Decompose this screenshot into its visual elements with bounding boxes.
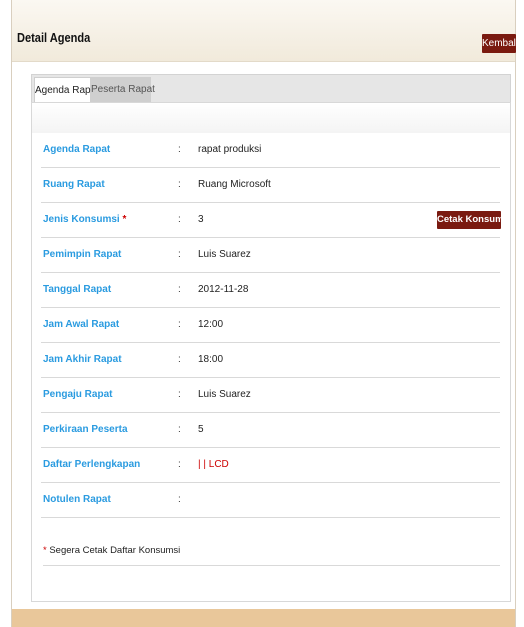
field-label: Agenda Rapat — [43, 144, 111, 155]
field-label: Jam Akhir Rapat — [43, 354, 122, 365]
field-separator: : — [178, 424, 181, 435]
bottom-bar — [12, 609, 515, 627]
field-row-pengaju-rapat: Pengaju Rapat : Luis Suarez — [41, 378, 500, 413]
footnote-text: Segera Cetak Daftar Konsumsi — [49, 545, 181, 556]
tab-agenda-rapat[interactable]: Agenda Rapat — [34, 77, 99, 104]
field-separator: : — [178, 249, 181, 260]
field-value: | | LCD — [198, 459, 229, 470]
field-value: Ruang Microsoft — [198, 179, 271, 190]
tab-peserta-rapat[interactable]: Peserta Rapat — [91, 77, 155, 103]
field-row-perkiraan-peserta: Perkiraan Peserta : 5 — [41, 413, 500, 448]
required-mark: * — [122, 214, 127, 225]
field-label: Tanggal Rapat — [43, 284, 112, 295]
content-top-band — [32, 103, 510, 133]
field-separator: : — [178, 214, 181, 225]
field-row-daftar-perlengkapan: Daftar Perlengkapan : | | LCD — [41, 448, 500, 483]
field-row-agenda-rapat: Agenda Rapat : rapat produksi — [41, 133, 500, 168]
field-label: Jenis Konsumsi — [43, 214, 120, 225]
field-separator: : — [178, 179, 181, 190]
field-value: rapat produksi — [198, 144, 262, 155]
panel-header: Detail Agenda Kembali — [12, 0, 516, 62]
field-separator: : — [178, 494, 181, 505]
detail-agenda-panel: Detail Agenda Kembali Agenda Rapat Peser… — [11, 0, 516, 627]
required-mark: * — [43, 545, 47, 556]
agenda-details: Agenda Rapat : rapat produksi Ruang Rapa… — [31, 102, 511, 602]
field-separator: : — [178, 389, 181, 400]
field-separator: : — [178, 144, 181, 155]
field-row-pemimpin-rapat: Pemimpin Rapat : Luis Suarez — [41, 238, 500, 273]
field-label: Daftar Perlengkapan — [43, 459, 141, 470]
field-label: Ruang Rapat — [43, 179, 105, 190]
back-button[interactable]: Kembali — [482, 34, 516, 53]
field-value: 2012-11-28 — [198, 284, 249, 295]
page-title: Detail Agenda — [17, 30, 91, 45]
footnote: * Segera Cetak Daftar Konsumsi — [43, 543, 500, 566]
field-label: Notulen Rapat — [43, 494, 111, 505]
field-row-jam-awal-rapat: Jam Awal Rapat : 12:00 — [41, 308, 500, 343]
field-label-wrap: Jenis Konsumsi * — [43, 203, 126, 237]
field-value: 5 — [198, 424, 204, 435]
field-value: Luis Suarez — [198, 249, 251, 260]
field-row-jam-akhir-rapat: Jam Akhir Rapat : 18:00 — [41, 343, 500, 378]
field-label: Perkiraan Peserta — [43, 424, 128, 435]
field-separator: : — [178, 284, 181, 295]
field-separator: : — [178, 319, 181, 330]
tab-bar: Agenda Rapat Peserta Rapat — [31, 74, 511, 104]
field-row-tanggal-rapat: Tanggal Rapat : 2012-11-28 — [41, 273, 500, 308]
field-separator: : — [178, 354, 181, 365]
field-value: Luis Suarez — [198, 389, 251, 400]
field-row-jenis-konsumsi: Jenis Konsumsi * : 3 Cetak Konsumsi — [41, 203, 501, 238]
field-row-notulen-rapat: Notulen Rapat : — [41, 483, 500, 518]
cetak-konsumsi-button[interactable]: Cetak Konsumsi — [437, 211, 501, 229]
field-label: Jam Awal Rapat — [43, 319, 120, 330]
field-separator: : — [178, 459, 181, 470]
field-value: 12:00 — [198, 319, 224, 330]
field-label: Pengaju Rapat — [43, 389, 113, 400]
field-value: 18:00 — [198, 354, 224, 365]
field-value: 3 — [198, 214, 204, 225]
field-label: Pemimpin Rapat — [43, 249, 122, 260]
field-row-ruang-rapat: Ruang Rapat : Ruang Microsoft — [41, 168, 500, 203]
